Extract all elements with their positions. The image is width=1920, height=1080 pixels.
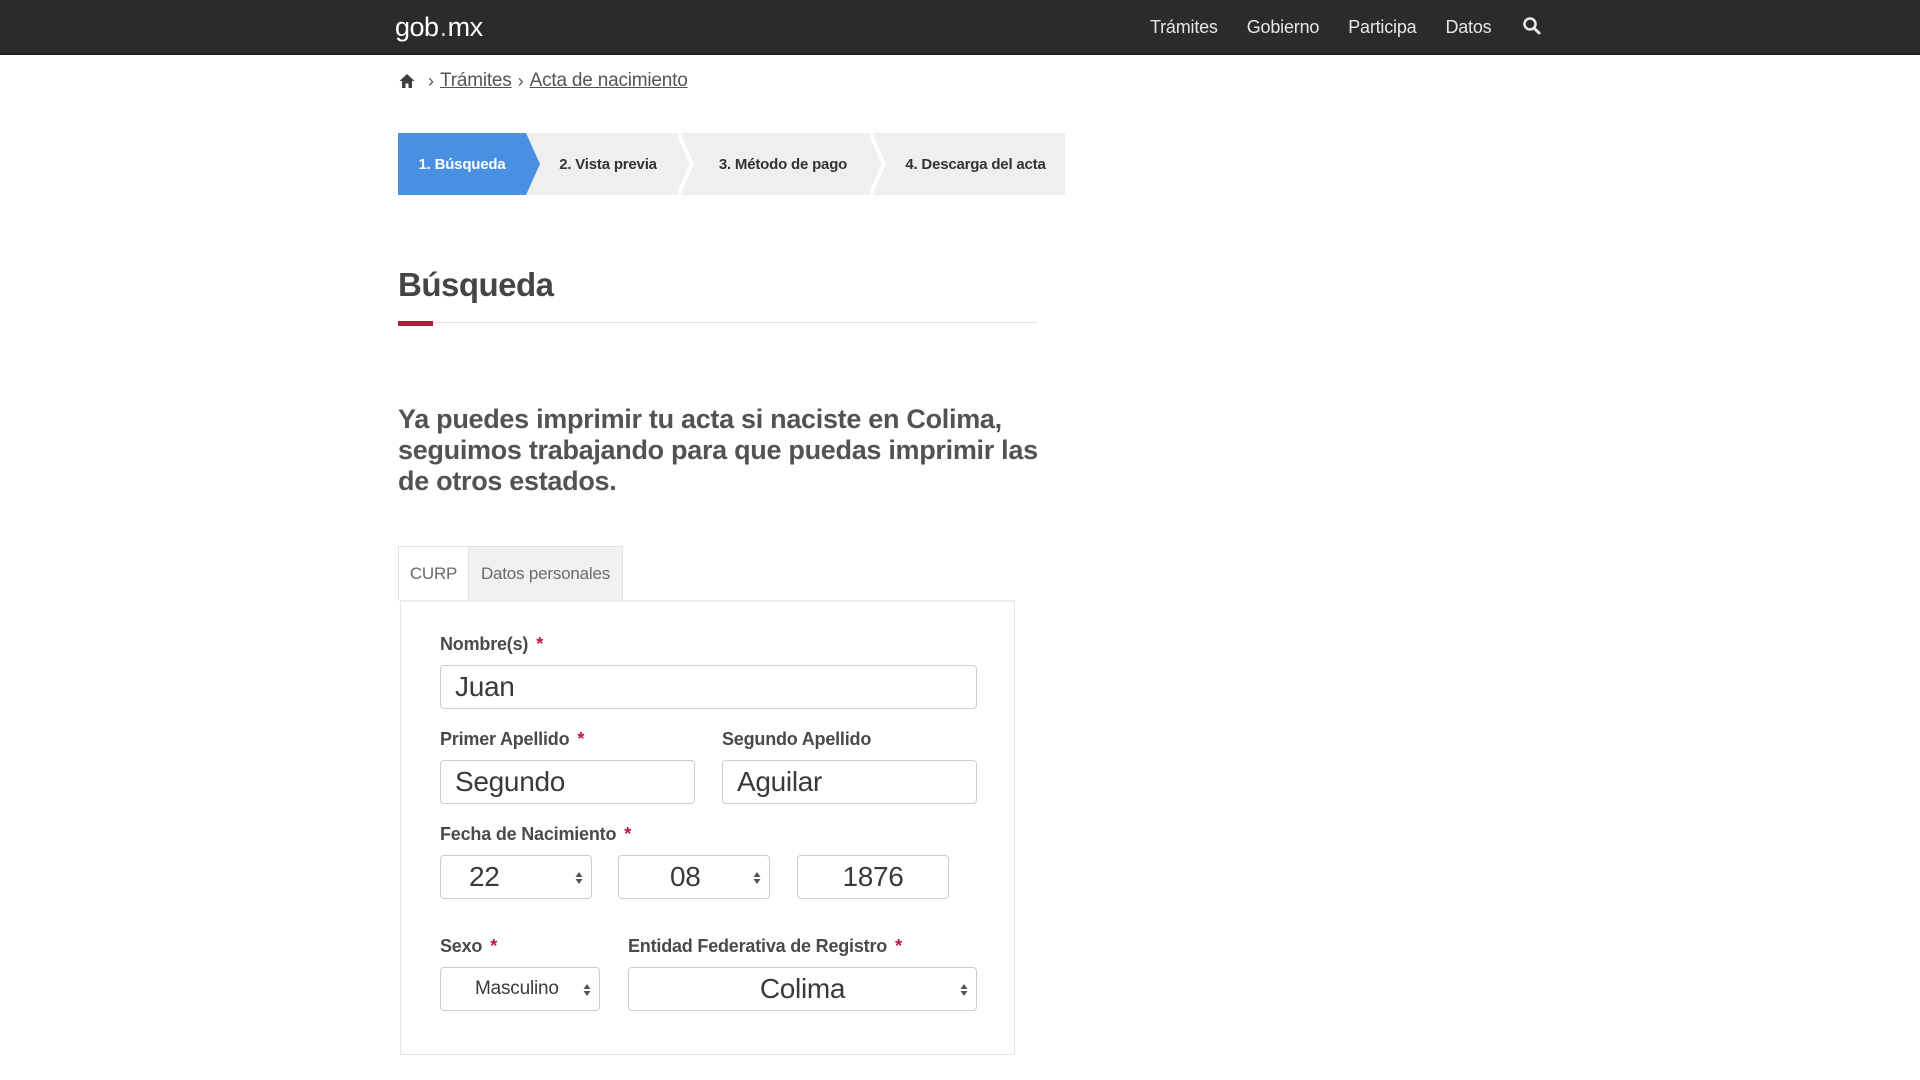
step-busqueda: 1. Búsqueda <box>398 133 526 195</box>
entidad-value: Colima <box>759 973 846 1004</box>
month-value: 08 <box>670 861 701 892</box>
segundo-apellido-label-text: Segundo Apellido <box>722 729 872 749</box>
day-value: 22 <box>469 861 500 892</box>
search-tabs: CURP Datos personales <box>398 546 623 601</box>
required-mark: * <box>895 936 902 956</box>
step-arrow-active <box>526 133 540 195</box>
nav-links: Trámites Gobierno Participa Datos <box>1150 16 1544 38</box>
nav-link-participa[interactable]: Participa <box>1348 17 1416 38</box>
select-caret-icon <box>960 984 968 996</box>
breadcrumb-link-acta[interactable]: Acta de nacimiento <box>530 70 688 92</box>
tab-curp[interactable]: CURP <box>398 546 469 601</box>
nombre-label-text: Nombre(s) <box>440 634 529 654</box>
progress-stepper: 1. Búsqueda 2. Vista previa 3. Método de… <box>398 133 1065 195</box>
logo-text-gob: gob <box>395 12 439 42</box>
segundo-apellido-input[interactable]: Aguilar <box>722 760 977 804</box>
nombre-input[interactable]: Juan <box>440 665 977 709</box>
intro-text: Ya puedes imprimir tu acta si naciste en… <box>398 404 1038 496</box>
logo-dot: . <box>439 12 448 42</box>
step-divider <box>678 133 694 195</box>
search-icon[interactable] <box>1522 16 1544 38</box>
required-mark: * <box>490 936 498 956</box>
breadcrumb: › Trámites › Acta de nacimiento <box>398 68 688 94</box>
select-caret-icon <box>753 872 761 884</box>
breadcrumb-link-tramites[interactable]: Trámites <box>440 70 512 92</box>
select-caret-icon <box>583 984 591 996</box>
required-mark: * <box>577 729 585 749</box>
primer-apellido-label-text: Primer Apellido <box>440 729 570 749</box>
breadcrumb-separator: › <box>428 70 434 91</box>
nombre-label: Nombre(s) * <box>440 634 543 655</box>
primer-apellido-label: Primer Apellido * <box>440 729 584 750</box>
sexo-label: Sexo * <box>440 936 497 957</box>
fecha-nacimiento-label-text: Fecha de Nacimiento <box>440 824 617 844</box>
required-mark: * <box>624 824 632 844</box>
sexo-value: Masculino <box>475 978 559 999</box>
required-mark: * <box>536 634 544 654</box>
tab-datos-personales[interactable]: Datos personales <box>469 546 623 601</box>
title-accent-bar <box>398 321 433 326</box>
page-title: Búsqueda <box>398 266 554 303</box>
title-divider <box>398 322 1038 323</box>
home-icon[interactable] <box>398 72 416 90</box>
segundo-apellido-label: Segundo Apellido <box>722 729 871 750</box>
step-descarga-acta: 4. Descarga del acta <box>905 155 1046 173</box>
breadcrumb-separator: › <box>517 70 524 91</box>
step-metodo-pago: 3. Método de pago <box>718 155 848 173</box>
step-vista-previa: 2. Vista previa <box>559 155 657 173</box>
year-input[interactable]: 1876 <box>797 855 949 899</box>
select-caret-icon <box>575 872 583 884</box>
fecha-nacimiento-label: Fecha de Nacimiento * <box>440 824 631 845</box>
sexo-label-text: Sexo <box>440 936 483 956</box>
primer-apellido-input[interactable]: Segundo <box>440 760 695 804</box>
top-navbar: gob. mx Trámites Gobierno Participa Datos <box>0 0 1920 55</box>
gob-mx-logo[interactable]: gob. mx <box>395 12 483 44</box>
form-panel: Nombre(s) * Juan Primer Apellido * Segundo… <box>400 600 1015 1055</box>
entidad-select[interactable]: Colima <box>628 967 977 1011</box>
logo-text-mx: mx <box>447 12 484 42</box>
month-select[interactable]: 08 <box>618 855 770 899</box>
nav-link-tramites[interactable]: Trámites <box>1150 17 1218 38</box>
sexo-select[interactable]: Masculino <box>440 967 600 1011</box>
step-divider <box>870 133 886 195</box>
day-select[interactable]: 22 <box>440 855 592 899</box>
entidad-label: Entidad Federativa de Registro * <box>628 936 902 957</box>
nav-link-gobierno[interactable]: Gobierno <box>1247 17 1320 38</box>
entidad-label-text: Entidad Federativa de Registro <box>628 936 888 956</box>
nav-link-datos[interactable]: Datos <box>1445 17 1491 38</box>
